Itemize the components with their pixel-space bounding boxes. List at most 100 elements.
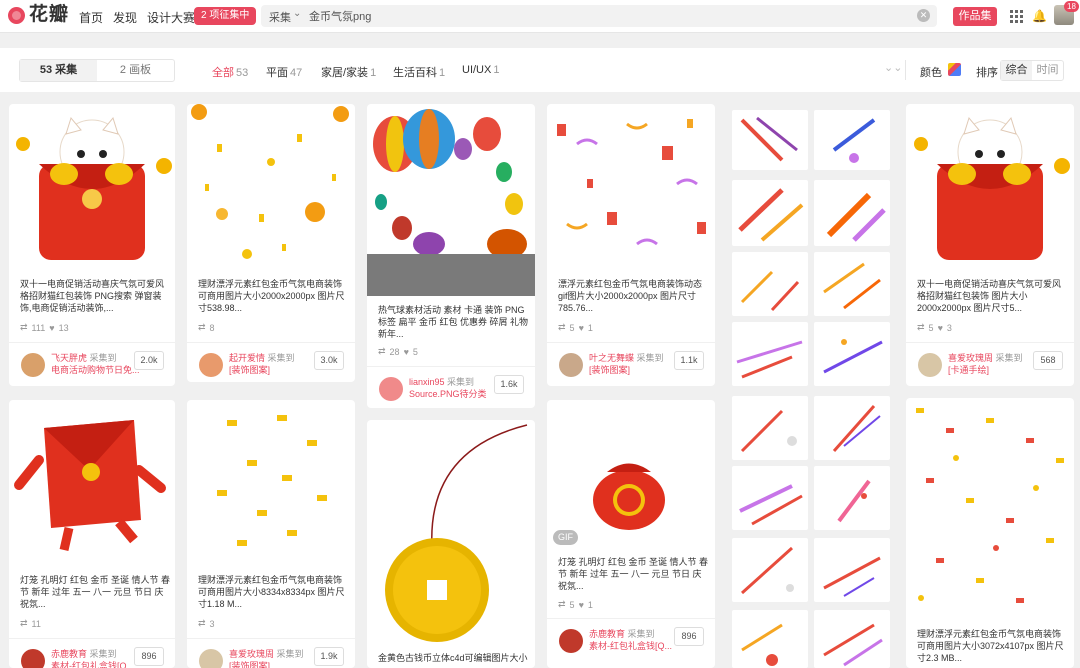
user-name[interactable]: 叶之无舞蝶 <box>589 353 634 363</box>
thumbnail[interactable] <box>814 180 890 246</box>
user-name[interactable]: 喜爱玫瑰周 <box>229 649 274 659</box>
tab-ui-ux[interactable]: UI/UX 1 <box>462 64 499 76</box>
thumbnail[interactable] <box>732 110 808 170</box>
pin-count-button[interactable]: 1.1k <box>674 351 704 370</box>
pin-card[interactable]: 理财漂浮元素红包金币气氛电商装饰可商用图片大小8334x8334px 图片尺寸1… <box>187 400 355 668</box>
thumbnail[interactable] <box>814 322 890 386</box>
result-type-switch: 53 采集 2 画板 <box>19 59 175 82</box>
logo-text: 花瓣 <box>29 4 70 25</box>
pin-count-button[interactable]: 1.6k <box>494 375 524 394</box>
board-name[interactable]: 素材-红包礼盒钱[Q... <box>51 659 141 668</box>
filter-bar: 53 采集 2 画板 全部 53 平面 47 家居/家装 1 生活百科 1 UI/UX 1… <box>0 48 1080 92</box>
segment-boards[interactable]: 2 画板 <box>97 60 174 81</box>
avatar[interactable] <box>918 353 942 377</box>
repin-icon: ⇄ <box>378 346 386 356</box>
avatar[interactable] <box>199 649 223 668</box>
tab-graphic[interactable]: 平面 47 <box>266 64 302 80</box>
user-name[interactable]: 喜爱玫瑰周 <box>948 353 993 363</box>
thumbnail[interactable] <box>814 610 890 668</box>
pin-count-button[interactable]: 568 <box>1033 351 1063 370</box>
logo[interactable]: 花瓣 <box>8 5 69 25</box>
pin-count-button[interactable]: 3.0k <box>314 351 344 370</box>
user-name[interactable]: 起开爱情 <box>229 353 265 363</box>
pin-card[interactable]: 热气球素材活动 素材 卡通 装饰 PNG 标签 扁平 金币 红包 优惠券 碎屑 … <box>367 104 535 408</box>
pin-image <box>217 415 327 546</box>
nav-discover[interactable]: 发现 <box>113 9 137 26</box>
avatar[interactable] <box>559 353 583 377</box>
pin-count-button[interactable]: 896 <box>134 647 164 666</box>
tab-all[interactable]: 全部 53 <box>212 64 248 80</box>
tab-count: 1 <box>439 67 446 79</box>
thumbnail[interactable] <box>732 396 808 460</box>
avatar[interactable] <box>21 353 45 377</box>
sort-default[interactable]: 综合 <box>1001 61 1032 80</box>
board-name[interactable]: [装饰图案] <box>229 363 319 376</box>
pin-card[interactable]: 金黄色古钱币立体c4d可编辑图片大小 <box>367 420 535 668</box>
user-name[interactable]: 赤鹿教育 <box>589 629 625 639</box>
board-name[interactable]: [装饰图案] <box>229 659 319 668</box>
pin-title: 理财漂浮元素红包金币气氛电商装饰可商用图片大小3072x4107px 图片尺寸2… <box>917 629 1064 663</box>
board-name[interactable]: [卡通手绘] <box>948 363 1038 376</box>
expand-chevron-icon[interactable]: ⌄⌄ <box>884 61 902 74</box>
tab-life[interactable]: 生活百科 1 <box>393 64 445 80</box>
thumbnail[interactable] <box>732 180 808 246</box>
thumbnail-image <box>837 479 871 523</box>
chevron-down-icon[interactable]: ⌄ <box>293 8 301 19</box>
pin-count-button[interactable]: 2.0k <box>134 351 164 370</box>
user-name[interactable]: 飞天胖虎 <box>51 353 87 363</box>
pin-card[interactable]: 灯笼 孔明灯 红包 金币 圣诞 情人节 春节 新年 过年 五一 八一 元旦 节日… <box>9 400 175 668</box>
pin-card[interactable]: 双十一电商促销活动喜庆气氛可爱风格招财猫红包装饰 PNG搜索 弹窗装饰,电商促销… <box>9 104 175 386</box>
user-name[interactable]: 赤鹿教育 <box>51 649 87 659</box>
works-button[interactable]: 作品集 <box>953 7 997 26</box>
pin-card[interactable]: 理财漂浮元素红包金币气氛电商装饰可商用图片大小3072x4107px 图片尺寸2… <box>906 398 1074 668</box>
board-name[interactable]: [装饰图案] <box>589 363 679 376</box>
sort-time[interactable]: 时间 <box>1032 61 1063 80</box>
tab-label: 全部 <box>212 67 234 79</box>
clear-icon[interactable]: ✕ <box>917 9 930 22</box>
pin-count-button[interactable]: 1.9k <box>314 647 344 666</box>
thumbnail[interactable] <box>732 466 808 530</box>
heart-icon: ♥ <box>937 322 943 333</box>
pin-user-row: 赤鹿教育 采集到 素材-红包礼盒钱[Q... 896 <box>547 618 715 658</box>
pin-stats: ⇄ 5 ♥ 3 <box>917 322 952 333</box>
pin-card[interactable]: 双十一电商促销活动喜庆气氛可爱风格招财猫红包装饰 图片大小2000x2000px… <box>906 104 1074 386</box>
search-category[interactable]: 采集 <box>269 9 291 25</box>
thumbnail[interactable] <box>732 252 808 316</box>
board-name[interactable]: 素材-红包礼盒钱[Q... <box>589 639 679 652</box>
board-name[interactable]: Source.PNG待分类 <box>409 387 499 400</box>
avatar[interactable] <box>379 377 403 401</box>
like-count: 13 <box>58 322 69 333</box>
avatar[interactable] <box>21 649 45 668</box>
avatar[interactable] <box>559 629 583 653</box>
tab-home-decor[interactable]: 家居/家装 1 <box>321 64 376 80</box>
thumbnail[interactable] <box>732 322 808 386</box>
search-input[interactable] <box>309 7 909 25</box>
pin-card[interactable]: GIF 灯笼 孔明灯 红包 金币 圣诞 情人节 春节 新年 过年 五一 八一 元… <box>547 400 715 668</box>
thumbnail[interactable] <box>814 396 890 460</box>
thumbnail[interactable] <box>814 252 890 316</box>
thumbnail[interactable] <box>814 110 890 170</box>
thumbnail[interactable] <box>732 538 808 602</box>
thumbnail-image <box>832 118 876 163</box>
user-name[interactable]: lianxin95 <box>409 377 445 387</box>
avatar[interactable] <box>199 353 223 377</box>
promo-badge[interactable]: 2 项征集中 <box>194 7 257 25</box>
thumbnail[interactable] <box>814 538 890 602</box>
thumbnail[interactable] <box>814 466 890 530</box>
pin-user-row: 喜爱玫瑰周 采集到 [装饰图案] 1.9k <box>187 638 355 668</box>
nav-design-contest[interactable]: 设计大赛 <box>147 9 195 26</box>
nav-home[interactable]: 首页 <box>79 9 103 26</box>
color-picker-icon[interactable] <box>948 63 961 76</box>
repin-icon: ⇄ <box>917 322 925 332</box>
segment-pins[interactable]: 53 采集 <box>20 60 97 81</box>
pin-count-button[interactable]: 896 <box>674 627 704 646</box>
thumbnail[interactable] <box>732 610 808 668</box>
repin-icon: ⇄ <box>198 322 206 332</box>
bell-icon[interactable]: 🔔 <box>1032 9 1047 23</box>
apps-grid-icon[interactable] <box>1010 10 1023 23</box>
pin-card[interactable]: 理财漂浮元素红包金币气氛电商装饰可商用图片大小2000x2000px 图片尺寸5… <box>187 104 355 382</box>
pin-image <box>916 408 1064 603</box>
pin-card[interactable]: 漂浮元素红包金币气氛电商装饰动态gif图片大小2000x2000px 图片尺寸7… <box>547 104 715 386</box>
pin-title: 灯笼 孔明灯 红包 金币 圣诞 情人节 春节 新年 过年 五一 八一 元旦 节日… <box>558 557 708 591</box>
board-name[interactable]: 电商活动购物节日免... <box>51 363 141 376</box>
